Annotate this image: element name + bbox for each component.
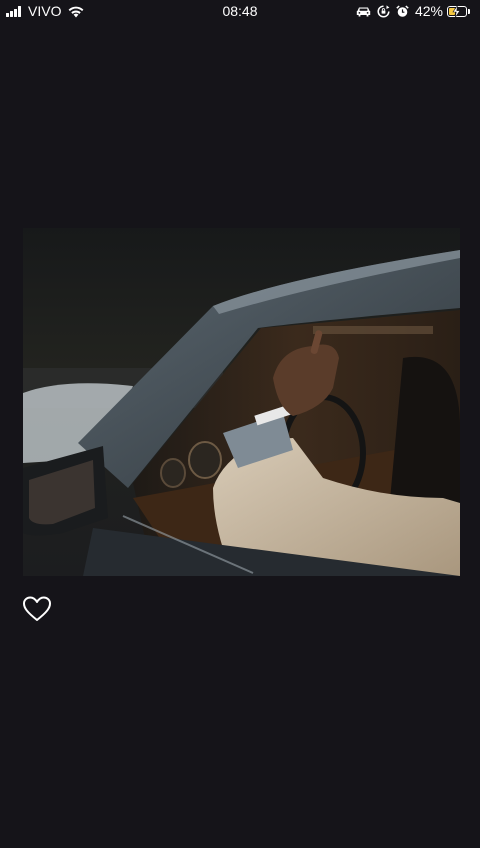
charging-bolt-icon: [452, 4, 461, 18]
battery-charging-icon: [447, 4, 470, 18]
alarm-icon: [396, 4, 409, 17]
like-button[interactable]: [22, 595, 52, 623]
status-bar-right: 42%: [350, 3, 470, 19]
photo-car-driver: [23, 228, 460, 576]
battery-percent: 42%: [414, 3, 443, 19]
battery-body: [447, 4, 467, 18]
battery-cap: [468, 8, 470, 14]
rotation-lock-icon: [377, 4, 390, 18]
post-media-image[interactable]: [23, 228, 460, 576]
heart-outline-icon: [23, 596, 51, 621]
status-bar: VIVO 08:48 42%: [0, 0, 480, 22]
car-icon: [356, 7, 371, 16]
